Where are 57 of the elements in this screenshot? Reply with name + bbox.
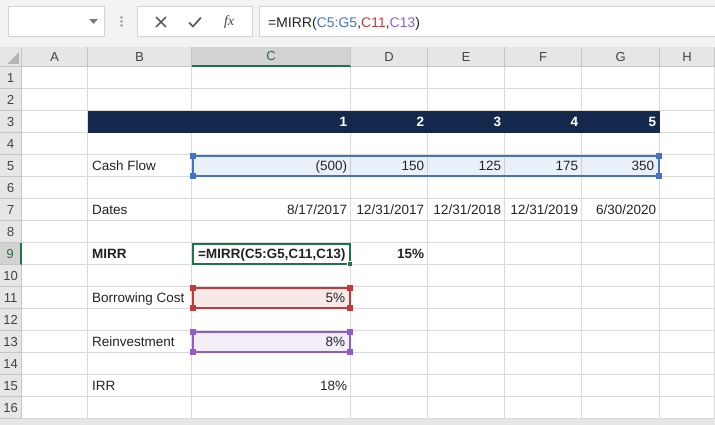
table-cell-text: 6/30/2020 [594, 200, 657, 219]
fill-handle[interactable] [347, 261, 353, 267]
row-header[interactable]: 3 [0, 111, 22, 133]
table-cell-text: Reinvestment [91, 332, 176, 351]
table-cell-text: 18% [318, 376, 348, 395]
close-icon [155, 16, 167, 28]
row-header[interactable]: 6 [0, 177, 22, 199]
selected-cell[interactable]: =MIRR(C5:G5,C11,C13) [192, 243, 351, 265]
column-header[interactable]: C [192, 47, 351, 67]
column-header[interactable]: D [351, 47, 428, 67]
table-cell-text: 12/31/2019 [509, 200, 579, 219]
row-header[interactable]: 2 [0, 89, 22, 111]
column-header[interactable]: F [505, 47, 582, 67]
table-cell-text: 5 [647, 112, 657, 131]
row-header[interactable]: 16 [0, 397, 22, 419]
table-cell-text: 8/17/2017 [286, 200, 348, 219]
table-cell-text: Dates [91, 200, 128, 219]
row-header[interactable]: 15 [0, 375, 22, 397]
grip-icon [120, 16, 122, 27]
column-header[interactable]: B [88, 47, 192, 67]
column-header[interactable]: E [428, 47, 505, 67]
column-header[interactable]: A [22, 47, 88, 67]
table-cell: 350 [582, 155, 660, 177]
table-cell-text: 12/31/2017 [355, 200, 425, 219]
row-header[interactable]: 12 [0, 309, 22, 331]
row-header[interactable]: 1 [0, 67, 22, 89]
table-cell-text: IRR [91, 376, 116, 395]
table-cell-text: Cash Flow [91, 156, 157, 175]
table-cell-text: 12/31/2018 [432, 200, 502, 219]
table-cell-text: 15% [396, 244, 425, 263]
table-cell-text: Borrowing Cost [91, 288, 186, 307]
row-header[interactable]: 9 [0, 243, 22, 265]
table-cell-text: 4 [569, 112, 579, 131]
table-cell: 5% [192, 287, 351, 309]
row-header[interactable]: 7 [0, 199, 22, 221]
formula-text: =MIRR(C5:G5,C11,C13) [268, 12, 420, 30]
row-header[interactable]: 13 [0, 331, 22, 353]
table-cell: 175 [505, 155, 582, 177]
row-header[interactable]: 8 [0, 221, 22, 243]
table-cell: 125 [428, 155, 505, 177]
row-header[interactable]: 4 [0, 133, 22, 155]
column-header[interactable]: H [660, 47, 715, 67]
row-header[interactable]: 11 [0, 287, 22, 309]
dropdown-icon[interactable] [89, 19, 98, 24]
row-header[interactable]: 10 [0, 265, 22, 287]
check-icon [188, 16, 202, 28]
table-cell-text: 1 [338, 112, 348, 131]
table-cell: 150 [351, 155, 428, 177]
formula-field[interactable]: =MIRR(C5:G5,C11,C13) [259, 6, 715, 37]
table-cell-text: MIRR [91, 244, 128, 263]
table-cell: (500) [192, 155, 351, 177]
table-cell-text: 3 [492, 112, 502, 131]
row-header[interactable]: 5 [0, 155, 22, 177]
column-header[interactable]: G [582, 47, 660, 67]
table-cell-text: 2 [415, 112, 425, 131]
row-header[interactable]: 14 [0, 353, 22, 375]
table-cell: 8% [192, 331, 351, 353]
